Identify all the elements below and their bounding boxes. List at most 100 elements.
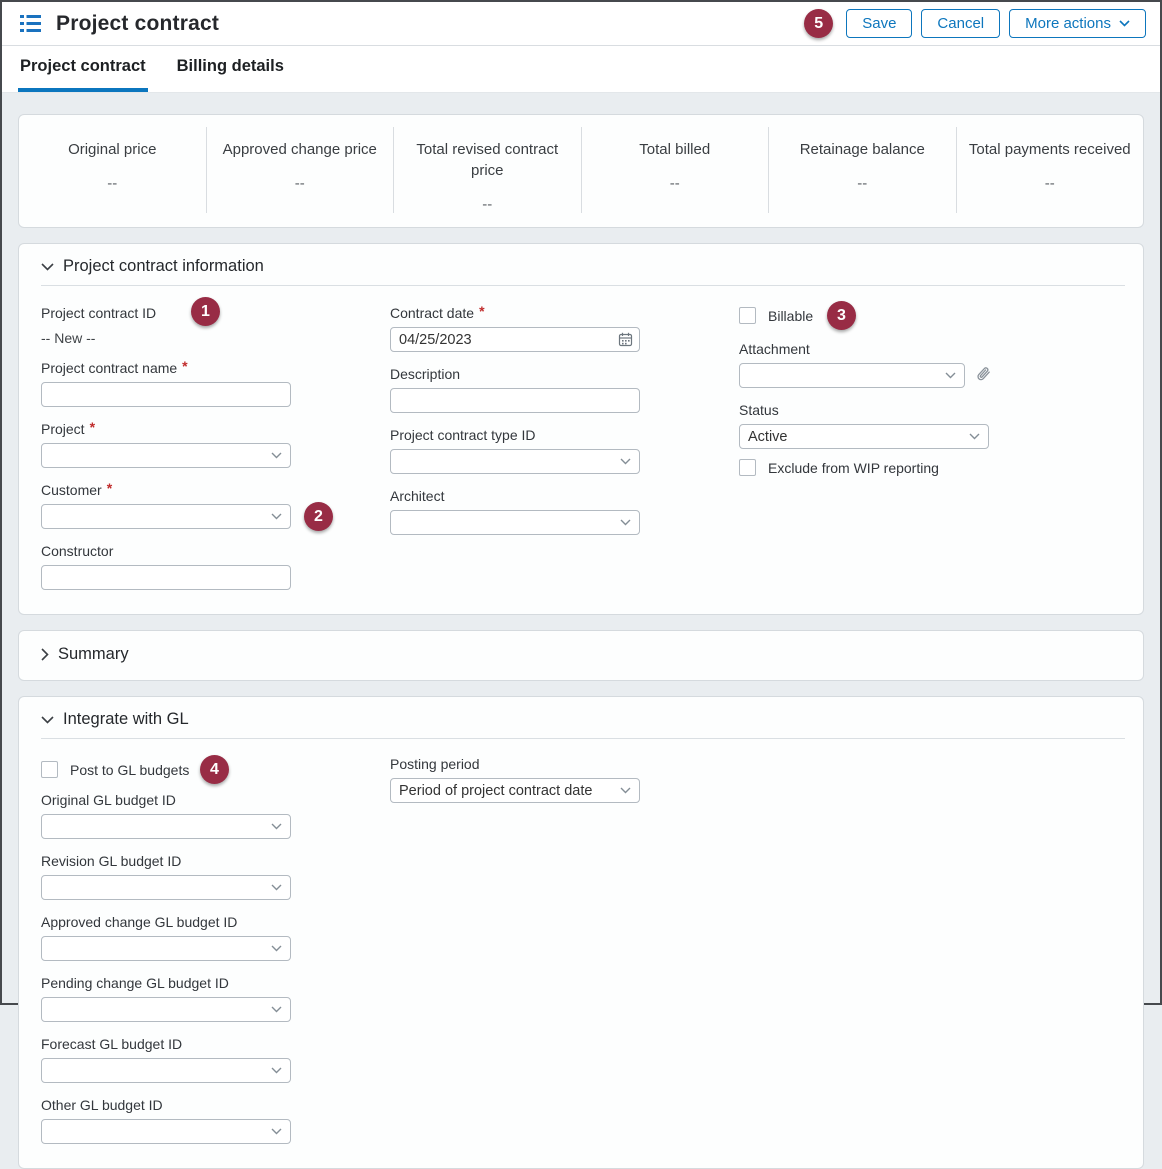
paperclip-icon[interactable] (974, 366, 993, 385)
more-actions-button[interactable]: More actions (1009, 9, 1146, 38)
original-gl-budget-id-select[interactable] (41, 814, 291, 839)
page-title: Project contract (56, 12, 219, 36)
field-attachment: Attachment (739, 341, 999, 388)
kpi-label: Total revised contract price (406, 139, 569, 181)
description-input[interactable] (390, 388, 640, 413)
chevron-down-icon (41, 263, 54, 271)
field-posting-period: Posting period Period of project contrac… (390, 756, 640, 803)
kpi-value: -- (31, 175, 194, 192)
kpi-total-revised-contract-price: Total revised contract price -- (394, 127, 582, 213)
revision-gl-budget-id-select[interactable] (41, 875, 291, 900)
required-marker: * (107, 480, 112, 496)
kpi-total-billed: Total billed -- (582, 127, 770, 213)
field-customer: Customer * 2 (41, 482, 291, 529)
field-label: Approved change GL budget ID (41, 914, 291, 930)
gl-column-left: Post to GL budgets 4 Original GL budget … (41, 744, 291, 1144)
section-header[interactable]: Project contract information (41, 257, 1125, 286)
posting-period-select[interactable]: Period of project contract date (390, 778, 640, 803)
calendar-icon[interactable] (618, 332, 633, 347)
field-label: Description (390, 366, 640, 382)
field-project: Project * (41, 421, 291, 468)
contract-date-input[interactable] (390, 327, 640, 352)
project-contract-type-id-select[interactable] (390, 449, 640, 474)
kpi-value: -- (781, 175, 944, 192)
tab-billing-details[interactable]: Billing details (175, 46, 286, 92)
gl-column-right: Posting period Period of project contrac… (390, 744, 640, 1144)
customer-select[interactable] (41, 504, 291, 529)
callout-badge-3: 3 (827, 301, 856, 330)
field-label: Status (739, 402, 999, 418)
field-label: Architect (390, 488, 640, 504)
post-to-gl-budgets-checkbox[interactable] (41, 761, 58, 778)
section-summary: Summary (18, 630, 1144, 681)
approved-change-gl-budget-id-select[interactable] (41, 936, 291, 961)
field-label: Project contract type ID (390, 427, 640, 443)
billable-checkbox[interactable] (739, 307, 756, 324)
project-select[interactable] (41, 443, 291, 468)
required-marker: * (479, 303, 484, 319)
field-label: Forecast GL budget ID (41, 1036, 291, 1052)
info-column-left: Project contract ID 1 -- New -- Project … (41, 291, 291, 590)
architect-select[interactable] (390, 510, 640, 535)
project-contract-name-input[interactable] (41, 382, 291, 407)
field-project-contract-id: Project contract ID 1 -- New -- (41, 305, 291, 346)
field-original-gl-budget-id: Original GL budget ID (41, 792, 291, 839)
kpi-label: Total payments received (969, 139, 1132, 160)
chevron-down-icon (271, 1128, 282, 1135)
required-marker: * (182, 358, 187, 374)
kpi-label: Approved change price (219, 139, 382, 160)
attachment-select[interactable] (739, 363, 965, 388)
kpi-label: Original price (31, 139, 194, 160)
pending-change-gl-budget-id-select[interactable] (41, 997, 291, 1022)
chevron-down-icon (620, 519, 631, 526)
status-select[interactable]: Active (739, 424, 989, 449)
field-label: Customer * (41, 482, 291, 498)
cancel-button[interactable]: Cancel (921, 9, 1000, 38)
project-contract-id-value: -- New -- (41, 330, 291, 346)
field-forecast-gl-budget-id: Forecast GL budget ID (41, 1036, 291, 1083)
summary-section-header[interactable]: Summary (19, 631, 1143, 680)
chevron-down-icon (271, 884, 282, 891)
forecast-gl-budget-id-select[interactable] (41, 1058, 291, 1083)
kpi-original-price: Original price -- (19, 127, 207, 213)
exclude-wip-checkbox[interactable] (739, 459, 756, 476)
other-gl-budget-id-select[interactable] (41, 1119, 291, 1144)
field-label: Project * (41, 421, 291, 437)
chevron-down-icon (271, 1006, 282, 1013)
chevron-down-icon (945, 372, 956, 379)
status-selected-value: Active (748, 429, 788, 445)
kpi-label: Total billed (594, 139, 757, 160)
chevron-down-icon (271, 513, 282, 520)
tab-project-contract[interactable]: Project contract (18, 46, 148, 92)
chevron-down-icon (41, 716, 54, 724)
chevron-down-icon (620, 458, 631, 465)
kpi-retainage-balance: Retainage balance -- (769, 127, 957, 213)
field-approved-change-gl-budget-id: Approved change GL budget ID (41, 914, 291, 961)
section-title: Project contract information (63, 257, 264, 276)
post-to-gl-budgets-label: Post to GL budgets (70, 762, 189, 778)
field-post-to-gl-budgets: Post to GL budgets 4 (41, 761, 291, 778)
kpi-total-payments-received: Total payments received -- (957, 127, 1144, 213)
list-menu-icon[interactable] (20, 15, 41, 33)
section-header[interactable]: Integrate with GL (41, 710, 1125, 739)
field-label: Project contract ID (41, 305, 291, 321)
chevron-down-icon (271, 1067, 282, 1074)
callout-badge-1: 1 (191, 297, 220, 326)
header-actions: 5 Save Cancel More actions (804, 9, 1146, 38)
field-billable: Billable 3 (739, 307, 999, 324)
kpi-value: -- (969, 175, 1132, 192)
chevron-down-icon (1119, 20, 1130, 27)
field-pending-change-gl-budget-id: Pending change GL budget ID (41, 975, 291, 1022)
constructor-input[interactable] (41, 565, 291, 590)
save-button[interactable]: Save (846, 9, 912, 38)
kpi-label: Retainage balance (781, 139, 944, 160)
section-project-contract-information: Project contract information Project con… (18, 243, 1144, 615)
field-other-gl-budget-id: Other GL budget ID (41, 1097, 291, 1144)
kpi-approved-change-price: Approved change price -- (207, 127, 395, 213)
callout-badge-2: 2 (304, 502, 333, 531)
field-label: Other GL budget ID (41, 1097, 291, 1113)
field-architect: Architect (390, 488, 640, 535)
exclude-wip-label: Exclude from WIP reporting (768, 460, 939, 476)
field-label: Pending change GL budget ID (41, 975, 291, 991)
field-label: Attachment (739, 341, 999, 357)
